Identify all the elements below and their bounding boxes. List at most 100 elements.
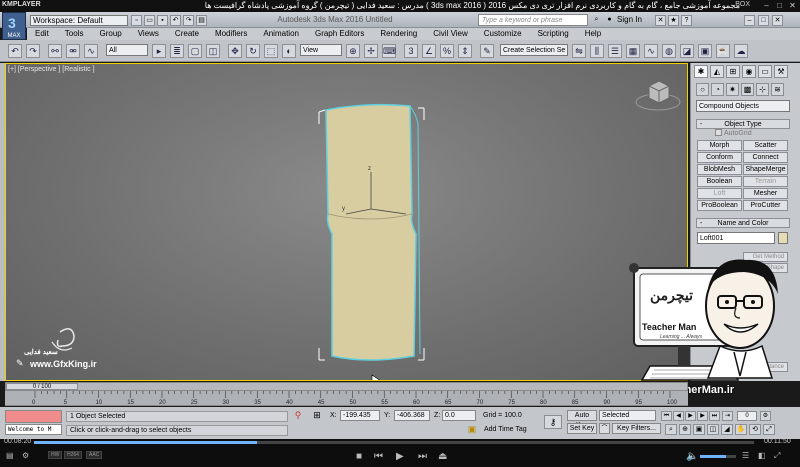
exchange-icon[interactable]: ✕ [655, 15, 666, 26]
boolean-button[interactable]: Boolean [697, 176, 742, 187]
maximize-icon[interactable]: □ [775, 1, 784, 10]
shapemerge-button[interactable]: ShapeMerge [743, 164, 788, 175]
object-type-rollout[interactable]: - Object Type [696, 119, 790, 129]
connect-button[interactable]: Connect [743, 152, 788, 163]
player-play-icon[interactable]: ▶ [396, 451, 404, 462]
menu-tools[interactable]: Tools [57, 28, 92, 40]
display-tab-icon[interactable]: ▭ [758, 65, 772, 78]
max-minimize-icon[interactable]: – [744, 15, 755, 26]
select-object-icon[interactable]: ▸ [152, 44, 166, 58]
edit-named-sel-icon[interactable]: ✎ [480, 44, 494, 58]
help-icon[interactable]: ? [681, 15, 692, 26]
modify-tab-icon[interactable]: ◭ [710, 65, 724, 78]
z-coordinate-field[interactable]: 0.0 [442, 410, 476, 421]
terrain-button[interactable]: Terrain [743, 176, 788, 187]
player-settings-icon[interactable]: ⚙ [22, 451, 29, 460]
object-name-input[interactable]: Loft001 [697, 232, 775, 244]
max-close-icon[interactable]: ✕ [772, 15, 783, 26]
time-slider-thumb[interactable]: 0 / 100 [6, 383, 78, 390]
max-application-button[interactable]: 3 MAX [2, 12, 26, 40]
named-selection-dropdown[interactable]: Create Selection Se [500, 44, 568, 56]
time-config-icon[interactable]: ⚙ [760, 411, 771, 421]
unlink-icon[interactable]: ⚮ [66, 44, 80, 58]
object-color-swatch[interactable] [778, 232, 788, 244]
helpers-icon[interactable]: ⊹ [756, 83, 769, 96]
go-to-end-icon[interactable]: ⏭ [709, 411, 720, 421]
key-selection-dropdown[interactable]: Selected [599, 410, 656, 421]
lock-selection-icon[interactable]: ⚲ [292, 410, 304, 422]
menu-group[interactable]: Group [91, 28, 129, 40]
player-fullscreen-icon[interactable]: ⤢ [774, 451, 780, 461]
menu-views[interactable]: Views [130, 28, 167, 40]
menu-modifiers[interactable]: Modifiers [207, 28, 255, 40]
spinner-snap-icon[interactable]: ⇕ [458, 44, 472, 58]
maxscript-mini-listener[interactable] [5, 410, 62, 423]
undo-icon[interactable]: ↶ [170, 15, 181, 26]
zoom-extents-icon[interactable]: ▣ [693, 424, 705, 435]
go-to-start-icon[interactable]: ⏮ [661, 411, 672, 421]
geometry-icon[interactable]: ○ [696, 83, 709, 96]
window-crossing-icon[interactable]: ◫ [206, 44, 220, 58]
user-icon[interactable]: ● [604, 15, 615, 26]
player-3d-icon[interactable]: ◧ [758, 451, 766, 460]
autogrid-checkbox[interactable]: AutoGrid [715, 129, 752, 137]
track-bar[interactable] [5, 391, 688, 406]
help-search-input[interactable]: Type a keyword or phrase [478, 14, 588, 26]
next-frame-icon[interactable]: ▶ [697, 411, 708, 421]
key-filters-button[interactable]: Key Filters... [612, 423, 661, 434]
max-restore-icon[interactable]: □ [758, 15, 769, 26]
menu-edit[interactable]: Edit [27, 28, 57, 40]
pan-view-icon[interactable]: ✋ [735, 424, 747, 435]
placement-icon[interactable]: ◐ [282, 44, 296, 58]
play-icon[interactable]: ▶ [685, 411, 696, 421]
menu-civil-view[interactable]: Civil View [425, 28, 476, 40]
adaptive-degradation-icon[interactable]: ▣ [466, 424, 478, 436]
render-setup-icon[interactable]: ◪ [680, 44, 694, 58]
workspace-dropdown[interactable]: Workspace: Default [30, 15, 128, 26]
menu-animation[interactable]: Animation [255, 28, 307, 40]
toolbar-undo-icon[interactable]: ↶ [8, 44, 22, 58]
space-warps-icon[interactable]: ≋ [771, 83, 784, 96]
zoom-icon[interactable]: ⌕ [665, 424, 677, 435]
menu-help[interactable]: Help [577, 28, 609, 40]
curve-editor-icon[interactable]: ∿ [644, 44, 658, 58]
save-file-icon[interactable]: ▪ [157, 15, 168, 26]
y-coordinate-field[interactable]: -406.368 [394, 410, 430, 421]
player-h264-tag[interactable]: H264 [64, 451, 82, 459]
lights-icon[interactable]: ✷ [726, 83, 739, 96]
pivot-center-icon[interactable]: ⊕ [346, 44, 360, 58]
player-hw-tag[interactable]: HW [48, 451, 63, 459]
create-tab-icon[interactable]: ✱ [694, 65, 708, 78]
morph-button[interactable]: Morph [697, 140, 742, 151]
snap-toggle-icon[interactable]: 3 [404, 44, 418, 58]
player-volume-icon[interactable]: 🔈 [686, 451, 698, 462]
viewport-label[interactable]: [+] [Perspective ] [Realistic ] [8, 66, 95, 73]
rendered-frame-icon[interactable]: ▣ [698, 44, 712, 58]
maximize-viewport-icon[interactable]: ⤢ [763, 424, 775, 435]
x-coordinate-field[interactable]: -199.435 [340, 410, 380, 421]
bind-space-warp-icon[interactable]: ∿ [84, 44, 98, 58]
utilities-tab-icon[interactable]: ⚒ [774, 65, 788, 78]
proboolean-button[interactable]: ProBoolean [697, 200, 742, 211]
material-editor-icon[interactable]: ◍ [662, 44, 676, 58]
set-keys-icon[interactable]: ⚷ [544, 415, 562, 429]
player-next-icon[interactable]: ⏭ [418, 451, 427, 462]
conform-button[interactable]: Conform [697, 152, 742, 163]
ribbon-icon[interactable]: ▦ [626, 44, 640, 58]
star-icon[interactable]: ★ [668, 15, 679, 26]
new-scene-icon[interactable]: ▫ [131, 15, 142, 26]
player-eject-icon[interactable]: ⏏ [438, 451, 447, 462]
menu-rendering[interactable]: Rendering [372, 28, 425, 40]
select-by-name-icon[interactable]: ≣ [170, 44, 184, 58]
render-production-icon[interactable]: ☕ [716, 44, 730, 58]
player-box-tag[interactable]: BOX [735, 1, 750, 8]
layer-manager-icon[interactable]: ☰ [608, 44, 622, 58]
toolbar-redo-icon[interactable]: ↷ [26, 44, 40, 58]
selection-filter-dropdown[interactable]: All [106, 44, 148, 56]
procutter-button[interactable]: ProCutter [743, 200, 788, 211]
search-icon[interactable]: ⌕ [591, 15, 602, 26]
name-and-color-rollout[interactable]: - Name and Color [696, 218, 790, 228]
hierarchy-tab-icon[interactable]: ⊞ [726, 65, 740, 78]
shapes-icon[interactable]: ◔ [711, 83, 724, 96]
open-file-icon[interactable]: ▭ [144, 15, 155, 26]
